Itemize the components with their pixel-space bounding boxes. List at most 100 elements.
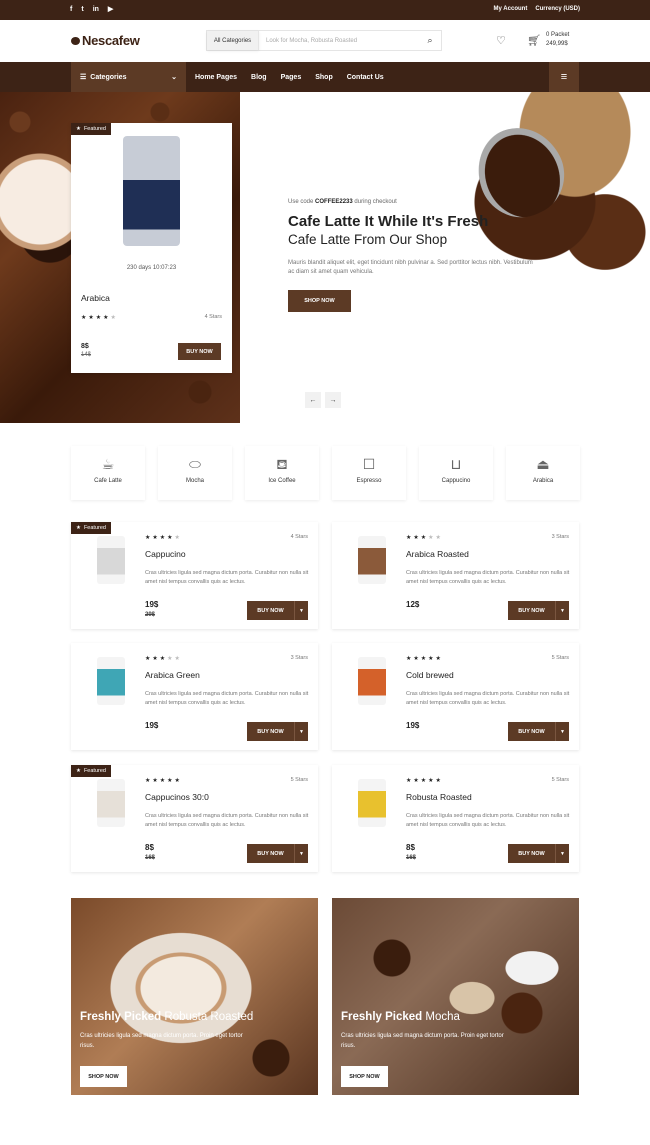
caret-down-icon[interactable]: ▼ [294,601,308,620]
category-label: Espresso [356,478,382,484]
buy-now-button[interactable]: BUY NOW ▼ [247,844,308,863]
product-description: Cras ultricies ligula sed magna dictum p… [145,691,309,706]
youtube-icon[interactable]: ▶ [108,5,113,15]
nav-shop[interactable]: Shop [315,74,333,81]
current-price: 8$ [81,343,89,350]
buy-now-button[interactable]: BUY NOW ▼ [247,601,308,620]
featured-tag-label: Featured [83,525,106,531]
buy-now-label: BUY NOW [518,728,545,735]
search-input[interactable]: Look for Mocha, Robusta Roasted [259,38,419,44]
search-category-select[interactable]: All Categories [207,31,259,50]
linkedin-icon[interactable]: in [93,5,99,15]
nav-home-pages[interactable]: Home Pages [195,74,237,81]
hero-subtitle: Cafe Latte From Our Shop [288,232,448,247]
caret-down-icon[interactable]: ▼ [555,601,569,620]
search-bar: All Categories Look for Mocha, Robusta R… [206,30,442,51]
featured-product-card[interactable]: ★ Featured 230 days 10:07:23 Arabica ★★★… [71,123,232,373]
star-rating: ★★★★★ [145,778,182,784]
caret-down-icon[interactable]: ▼ [294,722,308,741]
product-name[interactable]: Cappucino [145,549,186,559]
twitter-icon[interactable]: t [81,5,83,15]
buy-now-label: BUY NOW [257,607,284,614]
buy-now-button[interactable]: BUY NOW ▼ [508,844,569,863]
nav-blog[interactable]: Blog [251,74,267,81]
promo-banner-robusta[interactable]: Freshly Picked Robusta Roasted Cras ultr… [71,898,318,1095]
current-price: 19$ [406,721,420,730]
currency-selector[interactable]: Currency (USD) [535,6,580,12]
product-card[interactable]: ★★★★★ 5 Stars Cold brewed Cras ultricies li… [332,643,579,750]
product-card[interactable]: ★★★★★ 3 Stars Arabica Roasted Cras ultricie… [332,522,579,629]
product-image[interactable] [358,657,386,705]
promo-banner-mocha[interactable]: Freshly Picked Mocha Cras ultricies ligu… [332,898,579,1095]
prev-arrow-icon[interactable]: ← [305,392,321,408]
category-arabica[interactable]: ⏏ Arabica [506,446,580,500]
old-price: 29$ [145,612,156,618]
banner-description: Cras ultricies ligula sed magna dictum p… [80,1033,243,1049]
product-name[interactable]: Robusta Roasted [406,792,472,802]
product-name[interactable]: Arabica Roasted [406,549,469,559]
categories-dropdown[interactable]: ☰ Categories ⌄ [71,62,186,92]
star-rating: ★★★★★ [145,656,182,662]
product-name[interactable]: Cold brewed [406,670,454,680]
nav-contact-us[interactable]: Contact Us [347,74,384,81]
promo-code: COFFEE2233 [315,199,353,205]
star-rating: ★★★★★ [81,315,118,321]
product-price: 19$ [406,721,419,731]
nav-pages[interactable]: Pages [281,74,302,81]
shop-now-button[interactable]: SHOP NOW [288,290,351,312]
star-rating-label: 3 Stars [551,534,569,540]
caret-down-icon[interactable]: ▼ [555,844,569,863]
banner-title: Freshly Picked Mocha [341,1011,460,1023]
countdown-timer: 230 days 10:07:23 [126,265,177,271]
category-espresso[interactable]: ☐ Espresso [332,446,406,500]
cart-summary[interactable]: 0 Packet 249,99$ [546,31,569,49]
buy-now-button[interactable]: BUY NOW ▼ [508,601,569,620]
logo[interactable]: Nescafew [71,33,140,48]
current-price: 19$ [145,721,159,730]
product-image[interactable] [358,536,386,584]
product-price: 8$ 16$ [145,843,155,863]
coffee-bean-icon: ⬭ [189,456,201,472]
old-price: 14$ [81,352,92,358]
menu-list-icon: ☰ [80,74,87,81]
product-image[interactable] [97,657,125,705]
product-card[interactable]: ★★★★★ 5 Stars Robusta Roasted Cras ultricie… [332,765,579,872]
category-label: Ice Coffee [268,478,296,484]
my-account-link[interactable]: My Account [494,6,528,12]
star-rating-label: 4 Stars [204,314,222,320]
product-name[interactable]: Cappucinos 30:0 [145,792,209,802]
buy-now-button[interactable]: BUY NOW [178,343,221,360]
wishlist-heart-icon[interactable]: ♡ [496,34,506,47]
buy-now-button[interactable]: BUY NOW ▼ [508,722,569,741]
buy-now-button[interactable]: BUY NOW ▼ [247,722,308,741]
product-card[interactable]: ★ Featured ★★★★★ 4 Stars Cappucino Cras ultri… [71,522,318,629]
product-image[interactable] [97,536,125,584]
product-description: Cras ultricies ligula sed magna dictum p… [145,813,309,828]
hero-slider: ★ Featured 230 days 10:07:23 Arabica ★★★… [0,92,650,423]
caret-down-icon[interactable]: ▼ [555,722,569,741]
banner-title: Freshly Picked Robusta Roasted [80,1011,253,1023]
facebook-icon[interactable]: f [70,5,72,15]
product-image[interactable] [358,779,386,827]
category-mocha[interactable]: ⬭ Mocha [158,446,232,500]
cart-icon[interactable]: 🛒︎ [527,34,541,47]
product-name[interactable]: Arabica Green [145,670,200,680]
category-cappucino[interactable]: ⊔ Cappucino [419,446,493,500]
product-card[interactable]: ★★★★★ 3 Stars Arabica Green Cras ultricies … [71,643,318,750]
product-image[interactable] [97,779,125,827]
product-card[interactable]: ★ Featured ★★★★★ 5 Stars Cappucinos 30:0 Cras… [71,765,318,872]
promo-prefix: Use code [288,199,314,205]
coffee-bean-logo-icon [71,36,80,45]
banner-shop-now-button[interactable]: SHOP NOW [80,1066,127,1087]
product-image[interactable] [123,136,180,246]
caret-down-icon[interactable]: ▼ [294,844,308,863]
search-icon[interactable]: ⌕ [419,31,441,50]
category-ice-coffee[interactable]: ⛾ Ice Coffee [245,446,319,500]
category-cafe-latte[interactable]: ☕︎ Cafe Latte [71,446,145,500]
header: Nescafew All Categories Look for Mocha, … [0,20,650,62]
product-name[interactable]: Arabica [81,293,110,303]
banner-shop-now-button[interactable]: SHOP NOW [341,1066,388,1087]
hamburger-menu-icon[interactable]: ≡ [549,62,579,92]
next-arrow-icon[interactable]: → [325,392,341,408]
star-rating: ★★★★★ [406,656,443,662]
